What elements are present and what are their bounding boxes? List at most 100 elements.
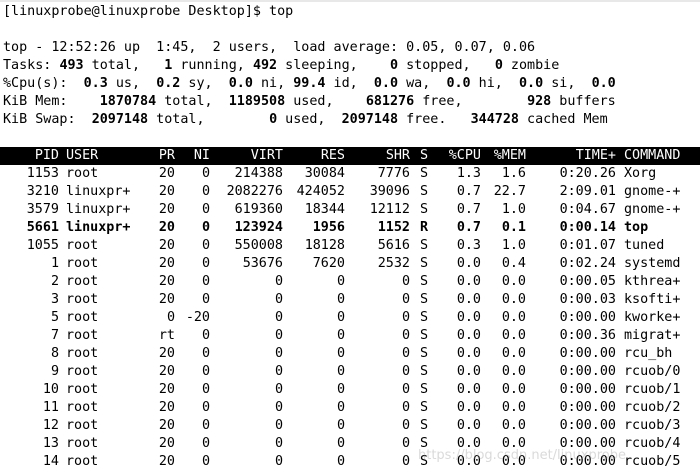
cell-cpu: 0.0 — [456, 292, 481, 307]
mem-used-label: used, — [285, 94, 334, 109]
cell-state: S — [419, 310, 428, 325]
cell-shr: 0 — [401, 346, 410, 361]
cell-pr: 20 — [158, 436, 175, 451]
cell-res: 424052 — [296, 184, 345, 199]
cpu-sy-value: 0.2 — [156, 76, 181, 91]
cell-res: 30084 — [304, 166, 345, 181]
tasks-sleeping-label: sleeping, — [277, 58, 358, 73]
cell-virt: 619360 — [234, 202, 283, 217]
cell-pid: 7 — [50, 328, 59, 343]
cell-pid: 13 — [42, 436, 59, 451]
terminal-window[interactable]: [linuxprobe@linuxprobe Desktop]$ top top… — [0, 0, 700, 475]
cell-ni: 0 — [201, 328, 210, 343]
cell-user: root — [66, 400, 99, 415]
cell-command: gnome-+ — [624, 202, 681, 217]
cell-command: rcu_bh — [624, 346, 673, 361]
cell-pid: 1 — [50, 256, 59, 271]
cell-pr: 20 — [158, 220, 175, 235]
swap-used-label: used, — [277, 112, 326, 127]
cell-user: root — [66, 436, 99, 451]
cell-mem: 0.0 — [501, 400, 526, 415]
cell-pid: 3 — [50, 292, 59, 307]
cell-shr: 0 — [401, 418, 410, 433]
cell-res: 0 — [336, 310, 345, 325]
cell-shr: 39096 — [369, 184, 410, 199]
cell-command: gnome-+ — [624, 184, 681, 199]
cell-shr: 0 — [401, 292, 410, 307]
cell-cpu: 0.0 — [456, 418, 481, 433]
cell-command: migrat+ — [624, 328, 681, 343]
table-row: 3579 linuxpr+ 20 0 619360 18344 12112 S 0.7 1.0 0:… — [0, 201, 700, 219]
cell-user: root — [66, 418, 99, 433]
cell-pid: 14 — [42, 454, 59, 469]
cell-pr: 20 — [158, 418, 175, 433]
swap-line: KiB Swap: 2097148 total, 0 used, 2097148… — [3, 111, 608, 129]
cell-ni: 0 — [201, 292, 210, 307]
cell-ni: 0 — [201, 364, 210, 379]
cell-shr: 5616 — [377, 238, 410, 253]
mem-buffers-value: 928 — [527, 94, 552, 109]
cell-pr: 20 — [158, 292, 175, 307]
cell-time: 0:00.00 — [559, 364, 616, 379]
cell-pid: 1055 — [26, 238, 59, 253]
cell-user: root — [66, 364, 99, 379]
cell-pr: 20 — [158, 346, 175, 361]
cell-cpu: 0.0 — [456, 256, 481, 271]
cell-time: 0:00.00 — [559, 418, 616, 433]
cell-mem: 0.4 — [501, 256, 526, 271]
col-header-virt: VIRT — [250, 148, 283, 163]
cell-cpu: 0.3 — [456, 238, 481, 253]
cell-pr: 0 — [166, 310, 175, 325]
cell-res: 0 — [336, 274, 345, 289]
cell-shr: 0 — [401, 328, 410, 343]
cpu-label: %Cpu(s): — [3, 76, 68, 91]
cell-res: 0 — [336, 382, 345, 397]
cell-time: 0:02.24 — [559, 256, 616, 271]
mem-label: KiB Mem: — [3, 94, 68, 109]
cell-ni: 0 — [201, 256, 210, 271]
cell-pid: 8 — [50, 346, 59, 361]
mem-buffers-label: buffers — [551, 94, 616, 109]
cell-pid: 5661 — [26, 220, 59, 235]
cell-virt: 53676 — [242, 256, 283, 271]
cell-shr: 0 — [401, 274, 410, 289]
mem-total-value: 1870784 — [99, 94, 157, 109]
cell-res: 18344 — [304, 202, 345, 217]
cell-user: root — [66, 292, 99, 307]
table-row: 2 root 20 0 0 0 0 S 0.0 0.0 0:00.05 kthrea+ — [0, 273, 700, 291]
cell-command: kworke+ — [624, 310, 681, 325]
cell-command: tuned — [624, 238, 665, 253]
cell-pid: 3579 — [26, 202, 59, 217]
cell-cpu: 0.0 — [456, 346, 481, 361]
cell-mem: 1.0 — [501, 202, 526, 217]
cell-time: 0:00.00 — [559, 382, 616, 397]
table-row: 11 root 20 0 0 0 0 S 0.0 0.0 0:00.00 rcuob/2 — [0, 399, 700, 417]
cell-time: 0:04.67 — [559, 202, 616, 217]
cell-res: 18128 — [304, 238, 345, 253]
cell-cpu: 0.0 — [456, 274, 481, 289]
cell-pr: rt — [158, 328, 175, 343]
cell-shr: 1152 — [377, 220, 410, 235]
cell-ni: 0 — [201, 274, 210, 289]
cell-time: 0:00.00 — [559, 310, 616, 325]
cell-cpu: 0.7 — [456, 202, 481, 217]
cpu-wa-value: 0.0 — [373, 76, 399, 91]
cell-pr: 20 — [158, 400, 175, 415]
cell-user: linuxpr+ — [66, 202, 131, 217]
cell-res: 0 — [336, 328, 345, 343]
cell-shr: 12112 — [369, 202, 410, 217]
cell-virt: 0 — [274, 418, 283, 433]
cell-command: rcuob/2 — [624, 400, 681, 415]
cell-state: S — [419, 400, 428, 415]
col-header-res: RES — [320, 148, 345, 163]
cell-pr: 20 — [158, 256, 175, 271]
cell-state: S — [419, 382, 428, 397]
cell-virt: 0 — [274, 292, 283, 307]
cell-command: rcuob/4 — [624, 436, 681, 451]
cpu-si-label: si, — [543, 76, 576, 91]
mem-free-value: 681276 — [365, 94, 415, 109]
cpu-ni-value: 0.0 — [228, 76, 253, 91]
cell-virt: 0 — [274, 436, 283, 451]
cell-virt: 0 — [274, 364, 283, 379]
col-header-ni: NI — [193, 148, 210, 163]
